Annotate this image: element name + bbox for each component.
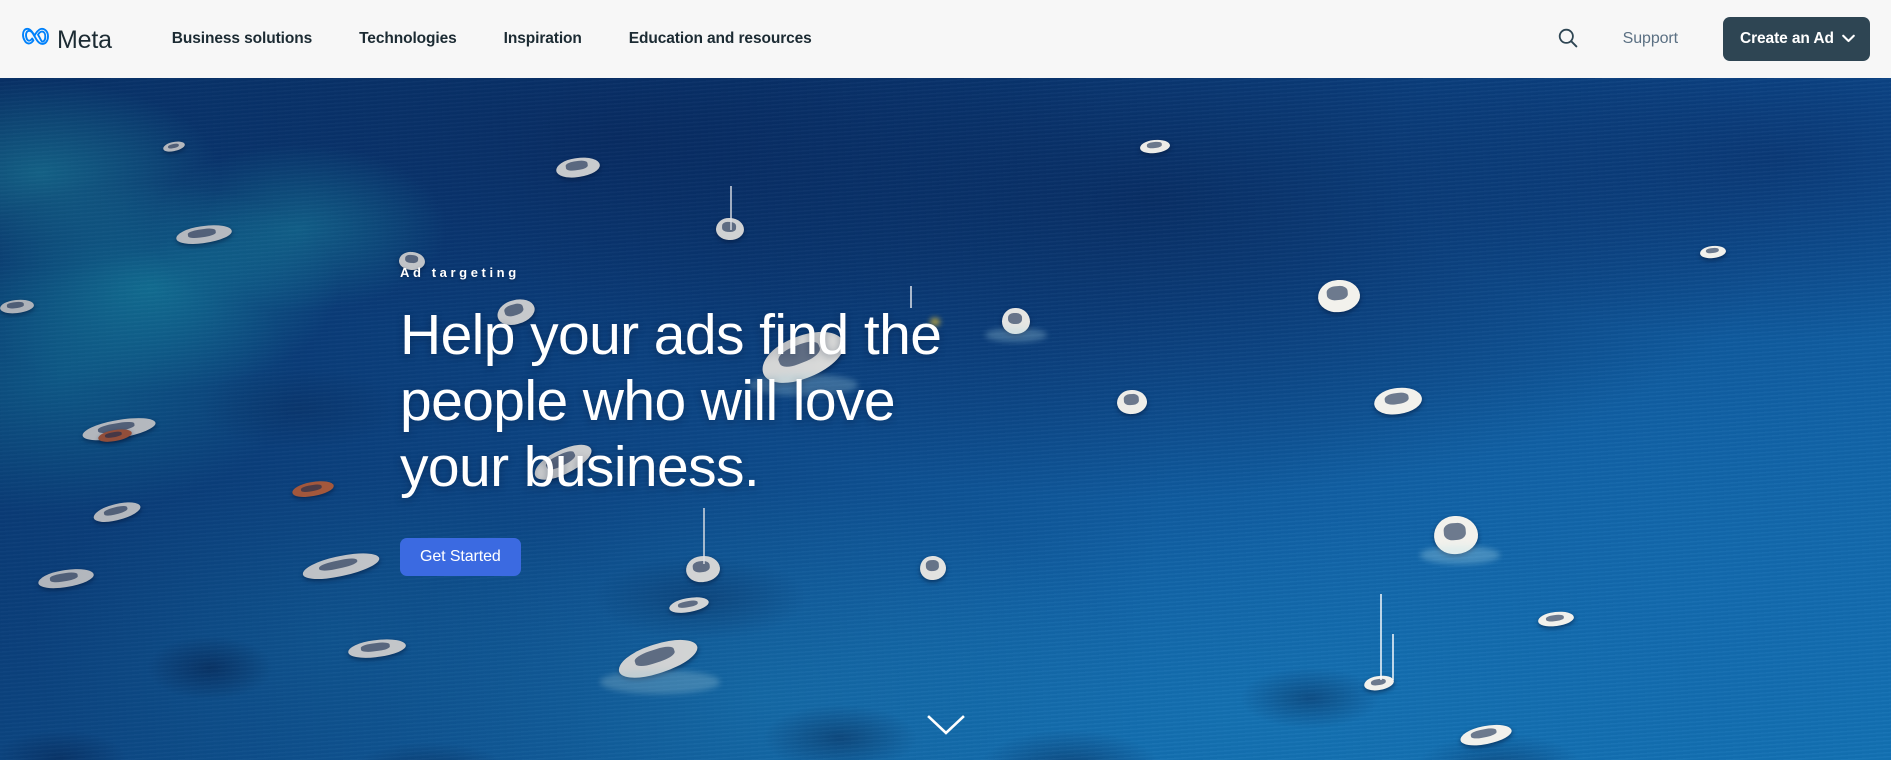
chevron-down-icon: [1842, 30, 1855, 48]
hero-headline: Help your ads find the people who will l…: [400, 303, 942, 500]
search-icon: [1557, 27, 1579, 52]
scroll-down-button[interactable]: [923, 712, 969, 740]
hero-content: Ad targeting Help your ads find the peop…: [400, 265, 960, 577]
nav-item-business-solutions[interactable]: Business solutions: [172, 22, 312, 56]
search-button[interactable]: [1551, 22, 1585, 56]
nav-item-inspiration[interactable]: Inspiration: [504, 22, 582, 56]
hero-section: Ad targeting Help your ads find the peop…: [0, 78, 1891, 760]
support-link[interactable]: Support: [1623, 30, 1678, 48]
meta-wordmark: Meta: [57, 25, 112, 54]
meta-logo-link[interactable]: Meta: [22, 27, 112, 52]
nav-item-education-and-resources[interactable]: Education and resources: [629, 22, 812, 56]
header-actions: Support Create an Ad: [1551, 17, 1870, 61]
create-an-ad-label: Create an Ad: [1740, 30, 1834, 47]
chevron-down-icon: [926, 713, 966, 740]
meta-ad-targeting-landing-page: Meta Business solutions Technologies Ins…: [0, 0, 1891, 760]
site-header: Meta Business solutions Technologies Ins…: [0, 0, 1891, 78]
get-started-button[interactable]: Get Started: [400, 538, 521, 577]
nav-item-technologies[interactable]: Technologies: [359, 22, 457, 56]
primary-navigation: Business solutions Technologies Inspirat…: [172, 22, 812, 56]
hero-eyebrow: Ad targeting: [400, 265, 520, 280]
create-an-ad-button[interactable]: Create an Ad: [1723, 17, 1870, 61]
meta-infinity-icon: [22, 27, 50, 51]
